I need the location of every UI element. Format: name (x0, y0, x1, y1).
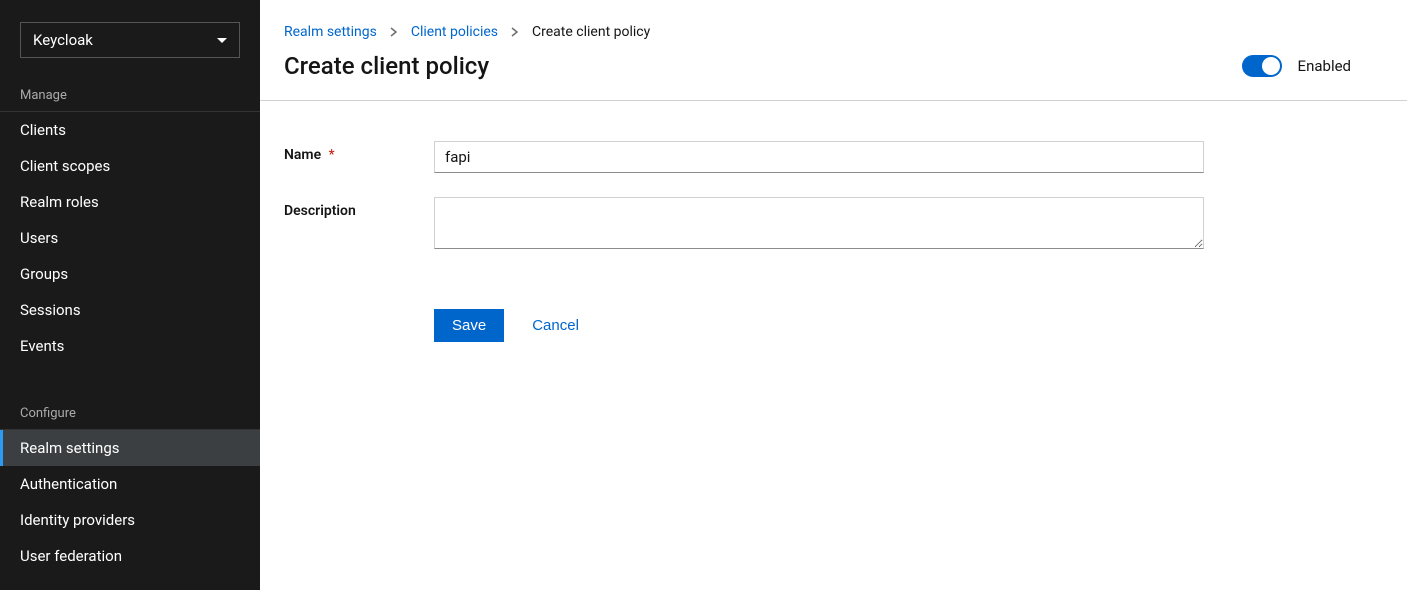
chevron-right-icon (510, 27, 520, 37)
page-title: Create client policy (284, 52, 489, 80)
enabled-label: Enabled (1298, 57, 1351, 75)
name-input[interactable] (434, 141, 1204, 173)
toggle-knob (1262, 57, 1280, 75)
sidebar-item-identity-providers[interactable]: Identity providers (0, 502, 260, 538)
realm-selector-label: Keycloak (33, 31, 93, 49)
description-input[interactable] (434, 197, 1204, 249)
required-asterisk: * (329, 147, 335, 163)
breadcrumb-current: Create client policy (532, 24, 650, 40)
breadcrumb-link-client-policies[interactable]: Client policies (411, 24, 498, 40)
save-button[interactable]: Save (434, 309, 504, 342)
sidebar-item-events[interactable]: Events (0, 328, 260, 364)
name-label: Name * (284, 141, 434, 163)
main-content: Realm settings Client policies Create cl… (260, 0, 1407, 590)
breadcrumb-link-realm-settings[interactable]: Realm settings (284, 24, 377, 40)
enabled-toggle[interactable] (1242, 55, 1282, 77)
form-row-name: Name * (284, 141, 1383, 173)
sidebar-item-groups[interactable]: Groups (0, 256, 260, 292)
caret-down-icon (217, 38, 227, 43)
name-label-text: Name (284, 147, 321, 163)
breadcrumb: Realm settings Client policies Create cl… (260, 24, 1407, 40)
form-row-description: Description (284, 197, 1383, 253)
sidebar-item-clients[interactable]: Clients (0, 112, 260, 148)
sidebar-item-users[interactable]: Users (0, 220, 260, 256)
description-label: Description (284, 197, 434, 219)
sidebar-section-manage-header: Manage (0, 76, 260, 111)
sidebar: Keycloak Manage Clients Client scopes Re… (0, 0, 260, 590)
sidebar-item-realm-roles[interactable]: Realm roles (0, 184, 260, 220)
cancel-button[interactable]: Cancel (520, 309, 591, 342)
realm-selector[interactable]: Keycloak (20, 22, 240, 58)
page-header: Create client policy Enabled (260, 40, 1407, 100)
app-root: Keycloak Manage Clients Client scopes Re… (0, 0, 1407, 590)
sidebar-item-client-scopes[interactable]: Client scopes (0, 148, 260, 184)
sidebar-item-authentication[interactable]: Authentication (0, 466, 260, 502)
sidebar-item-realm-settings[interactable]: Realm settings (0, 430, 260, 466)
sidebar-item-sessions[interactable]: Sessions (0, 292, 260, 328)
form: Name * Description Save Cancel (260, 101, 1407, 366)
chevron-right-icon (389, 27, 399, 37)
form-actions: Save Cancel (434, 309, 1383, 342)
enabled-toggle-wrap: Enabled (1242, 55, 1351, 77)
sidebar-section-configure-header: Configure (0, 394, 260, 429)
sidebar-item-user-federation[interactable]: User federation (0, 538, 260, 574)
